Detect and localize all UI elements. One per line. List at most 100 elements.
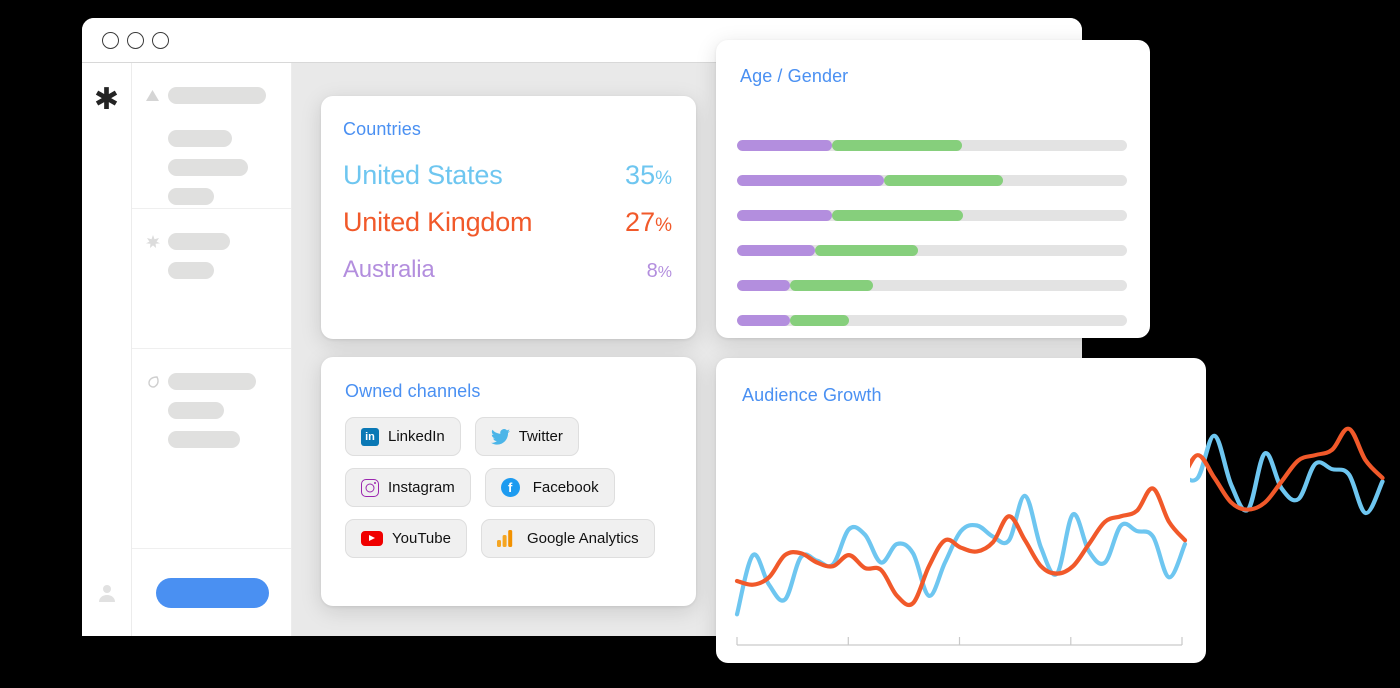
channel-chip-row: YouTube Google Analytics xyxy=(345,519,676,558)
sidebar-section-1 xyxy=(132,63,291,209)
sidebar-item-placeholder xyxy=(168,233,230,250)
countries-card: Countries United States 35% United Kingd… xyxy=(321,96,696,339)
age-gender-bar xyxy=(737,315,1127,326)
country-value: 8% xyxy=(647,260,672,283)
country-name: Australia xyxy=(343,256,435,283)
sidebar-item-placeholder xyxy=(168,159,248,176)
twitter-icon xyxy=(490,428,510,445)
country-row: United Kingdom 27% xyxy=(343,207,672,238)
bar-segment-male xyxy=(790,280,874,291)
sidebar-item-row[interactable] xyxy=(146,188,291,205)
bar-segment-male xyxy=(832,210,964,221)
sidebar-item-row[interactable] xyxy=(146,233,291,250)
age-gender-bar xyxy=(737,175,1127,186)
bar-segment-female xyxy=(737,140,833,151)
sidebar-item-row[interactable] xyxy=(146,87,291,104)
sidebar-item-placeholder xyxy=(168,130,232,147)
asterisk-logo-icon: ✱ xyxy=(93,83,120,116)
traffic-light-maximize-icon[interactable] xyxy=(152,31,169,49)
bar-segment-female xyxy=(737,280,791,291)
icon-rail: ✱ xyxy=(82,63,132,636)
user-avatar-icon[interactable] xyxy=(97,583,117,608)
country-value-number: 35 xyxy=(625,160,656,190)
sidebar-item-placeholder xyxy=(168,402,224,419)
age-gender-bar xyxy=(737,210,1127,221)
sidebar-item-row[interactable] xyxy=(146,402,291,419)
chart-line-audience-b xyxy=(734,486,1188,608)
country-name: United Kingdom xyxy=(343,207,533,237)
countries-title: Countries xyxy=(343,119,421,139)
channel-chip-row: in LinkedIn Twitter xyxy=(345,417,676,456)
leaf-icon xyxy=(146,375,168,389)
audience-growth-overflow-curves xyxy=(909,350,1400,615)
chart-line-overflow-audience-a xyxy=(909,433,1385,551)
channel-chip-linkedin[interactable]: in LinkedIn xyxy=(345,417,461,456)
channel-chip-twitter[interactable]: Twitter xyxy=(474,417,579,456)
sidebar-item-row[interactable] xyxy=(146,130,291,147)
audience-growth-svg xyxy=(734,486,1188,646)
channel-chip-youtube[interactable]: YouTube xyxy=(345,519,467,558)
bar-segment-male xyxy=(884,175,1003,186)
stage: ✱ Countries United States 35% United Kin… xyxy=(0,0,1400,688)
bar-segment-male xyxy=(832,140,963,151)
country-value: 27% xyxy=(625,207,672,238)
age-gender-bar xyxy=(737,280,1127,291)
bar-segment-male xyxy=(815,245,918,256)
sidebar-item-placeholder xyxy=(168,373,256,390)
sidebar-section-2 xyxy=(132,209,291,349)
bar-segment-female xyxy=(737,315,791,326)
country-value: 35% xyxy=(625,160,672,191)
sidebar-item-row[interactable] xyxy=(146,159,291,176)
sidebar-item-placeholder xyxy=(168,87,266,104)
channel-chip-instagram[interactable]: Instagram xyxy=(345,468,471,507)
owned-channels-title: Owned channels xyxy=(345,381,481,401)
linkedin-icon: in xyxy=(361,427,379,446)
sidebar-section-cta xyxy=(132,549,291,636)
age-gender-bar xyxy=(737,140,1127,151)
age-gender-card: Age / Gender xyxy=(716,40,1150,338)
sidebar-section-3 xyxy=(132,349,291,549)
primary-cta-button[interactable] xyxy=(156,577,269,608)
channel-chip-google-analytics[interactable]: Google Analytics xyxy=(480,519,655,558)
audience-growth-title: Audience Growth xyxy=(742,385,882,405)
country-row: United States 35% xyxy=(343,160,672,191)
channel-chip-label: Twitter xyxy=(518,428,563,445)
country-value-number: 8 xyxy=(646,260,658,282)
youtube-icon xyxy=(361,531,383,546)
triangle-icon xyxy=(146,90,168,101)
sidebar-item-row[interactable] xyxy=(146,431,291,448)
sparkle-icon xyxy=(146,234,168,249)
channel-chip-facebook[interactable]: f Facebook xyxy=(484,468,615,507)
channel-chip-label: Instagram xyxy=(388,479,455,496)
age-gender-title: Age / Gender xyxy=(740,66,849,86)
channel-chip-label: LinkedIn xyxy=(388,428,445,445)
country-value-unit: % xyxy=(655,215,672,236)
sidebar-item-row[interactable] xyxy=(146,373,291,390)
sidebar-item-placeholder xyxy=(168,431,240,448)
channel-chip-label: YouTube xyxy=(392,530,451,547)
facebook-icon: f xyxy=(500,478,520,497)
chart-x-axis xyxy=(736,637,1183,646)
owned-channels-card: Owned channels in LinkedIn Twitter Insta… xyxy=(321,357,696,606)
country-row: Australia 8% xyxy=(343,256,672,284)
traffic-light-minimize-icon[interactable] xyxy=(127,31,144,49)
bar-segment-female xyxy=(737,210,833,221)
age-gender-bar xyxy=(737,245,1127,256)
country-name: United States xyxy=(343,160,503,190)
google-analytics-icon xyxy=(496,530,514,547)
channel-chip-label: Facebook xyxy=(532,479,599,496)
sidebar-nav xyxy=(132,63,292,636)
country-value-unit: % xyxy=(657,264,672,281)
bar-segment-female xyxy=(737,245,815,256)
country-value-number: 27 xyxy=(625,207,656,237)
channel-chip-label: Google Analytics xyxy=(526,530,639,547)
audience-growth-card: Audience Growth xyxy=(716,358,1206,663)
bar-segment-male xyxy=(790,315,849,326)
sidebar-item-placeholder xyxy=(168,188,214,205)
age-gender-bar-list xyxy=(737,140,1127,350)
sidebar-item-row[interactable] xyxy=(146,262,291,279)
traffic-light-close-icon[interactable] xyxy=(102,31,119,49)
sidebar-item-placeholder xyxy=(168,262,214,279)
channel-chip-row: Instagram f Facebook xyxy=(345,468,676,507)
instagram-icon xyxy=(361,478,379,497)
